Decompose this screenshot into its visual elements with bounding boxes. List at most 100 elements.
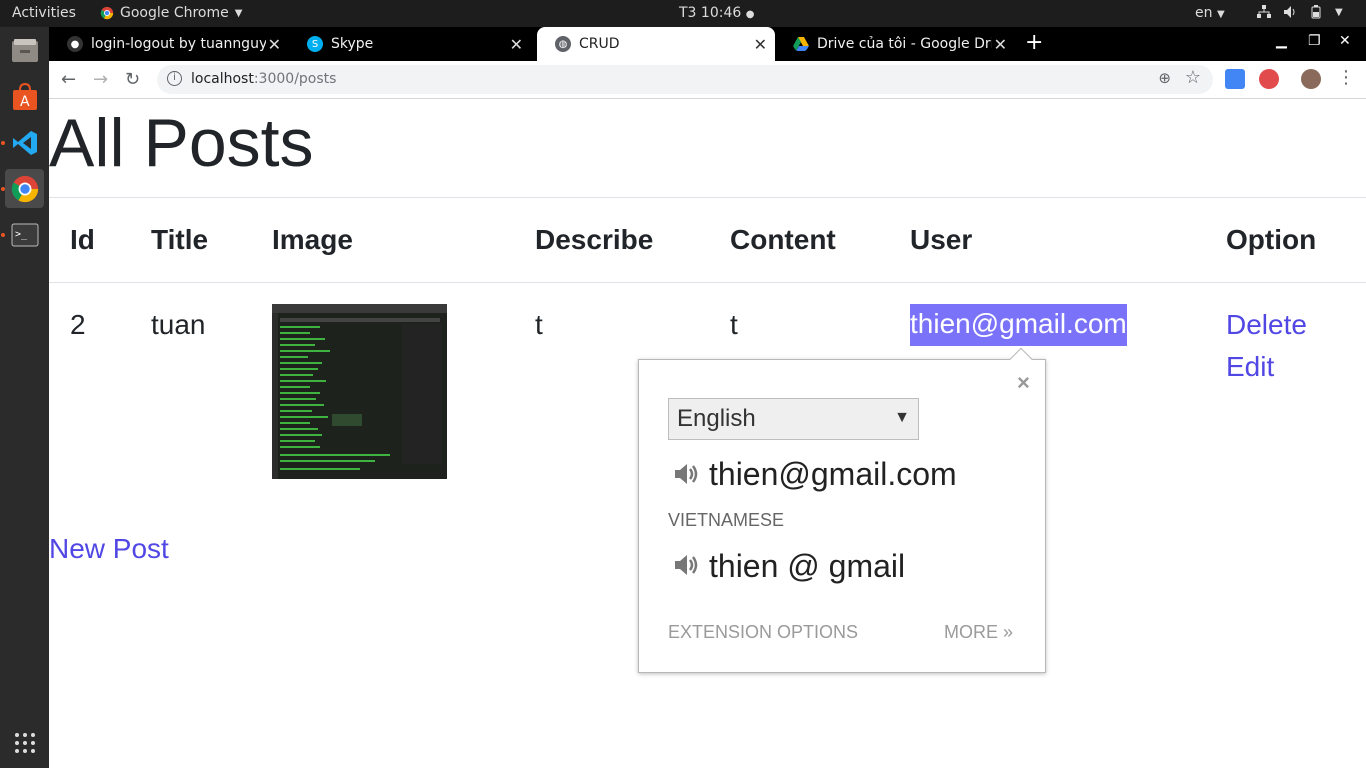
battery-icon — [1311, 5, 1321, 19]
chevron-down-icon: ▼ — [234, 7, 243, 19]
address-bar[interactable]: i localhost:3000/posts ⊕ ☆ — [157, 65, 1213, 94]
browser-tab-strip: ● login-logout by tuannguy ✕ S Skype ✕ ◍… — [49, 27, 1366, 61]
chevron-down-icon: ▼ — [1216, 9, 1225, 20]
translated-word: thien @ gmail — [709, 548, 906, 584]
vscode-icon — [12, 130, 37, 155]
edit-link[interactable]: Edit — [1226, 351, 1274, 383]
avatar[interactable] — [1301, 69, 1321, 89]
close-icon[interactable]: ✕ — [994, 35, 1007, 54]
post-image — [272, 304, 447, 479]
tab-label: Skype — [331, 36, 374, 52]
google-translate-icon[interactable] — [1225, 69, 1245, 89]
tab-drive[interactable]: Drive của tôi - Google Dri ✕ — [775, 27, 1015, 61]
chrome-icon — [11, 175, 38, 202]
chrome-small-icon — [100, 6, 114, 20]
header-content: Content — [730, 224, 836, 255]
divider — [49, 282, 1366, 283]
cell-content: t — [730, 309, 738, 340]
network-icon — [1257, 5, 1271, 18]
dock-files[interactable] — [5, 31, 44, 70]
clock-label: T3 10:46 — [679, 5, 742, 21]
source-word: thien@gmail.com — [709, 456, 957, 492]
extension-options-link[interactable]: EXTENSION OPTIONS — [668, 622, 858, 643]
dock-chrome[interactable] — [5, 169, 44, 208]
cell-id: 2 — [70, 309, 86, 340]
chevron-down-icon: ▼ — [1335, 6, 1343, 18]
volume-icon — [1284, 6, 1295, 18]
app-menu[interactable]: Google Chrome ▼ — [100, 5, 242, 21]
bookmark-star-icon[interactable]: ☆ — [1185, 67, 1201, 88]
tab-label: login-logout by tuannguy — [91, 36, 266, 52]
dropdown-caret-icon: ▼ — [894, 409, 910, 426]
cell-describe: t — [535, 309, 543, 340]
header-image: Image — [272, 224, 353, 255]
target-language-label: VIETNAMESE — [668, 510, 785, 530]
software-store-icon: A — [12, 82, 37, 110]
close-icon[interactable]: ✕ — [510, 35, 523, 54]
files-icon — [11, 38, 38, 62]
language-indicator[interactable]: en ▼ — [1195, 5, 1225, 21]
github-icon: ● — [67, 36, 83, 52]
tab-skype[interactable]: S Skype ✕ — [289, 27, 531, 61]
app-grid-icon — [14, 732, 35, 753]
system-tray[interactable]: ▼ — [1257, 5, 1343, 19]
header-title: Title — [151, 224, 209, 255]
terminal-screenshot-thumbnail — [272, 304, 447, 479]
drive-icon — [793, 37, 809, 51]
header-describe: Describe — [535, 224, 654, 255]
tab-label: CRUD — [579, 36, 620, 52]
header-user: User — [910, 224, 973, 255]
dock-vscode[interactable] — [5, 123, 44, 162]
header-option: Option — [1226, 224, 1317, 255]
extension-badge-icon[interactable] — [1259, 69, 1279, 89]
speaker-icon[interactable] — [672, 460, 700, 488]
window-close-icon[interactable]: ✕ — [1339, 33, 1351, 49]
svg-text:>_: >_ — [15, 229, 28, 240]
close-icon[interactable]: ✕ — [754, 35, 767, 54]
page-title: All Posts — [49, 105, 314, 181]
maximize-icon[interactable]: ❐ — [1308, 33, 1321, 49]
menu-kebab-icon[interactable]: ⋮ — [1337, 67, 1355, 88]
url-host: localhost — [191, 71, 254, 87]
dictionary-popup: × English ▼ thien@gmail.com VIETNAMESE t… — [638, 347, 1046, 673]
delete-link[interactable]: Delete — [1226, 309, 1307, 341]
speaker-icon[interactable] — [672, 551, 700, 579]
back-icon[interactable]: ← — [61, 69, 76, 90]
tab-crud[interactable]: ◍ CRUD ✕ — [537, 27, 775, 61]
system-top-bar: Activities Google Chrome ▼ T3 10:46 ● en… — [0, 0, 1366, 27]
language-select-value: English — [677, 405, 756, 432]
activities-button[interactable]: Activities — [12, 5, 76, 21]
new-tab-button[interactable]: + — [1025, 30, 1043, 55]
clock[interactable]: T3 10:46 ● — [679, 5, 754, 21]
reload-icon[interactable]: ↻ — [125, 69, 140, 90]
url-path: :3000/posts — [253, 71, 337, 87]
language-select[interactable]: English ▼ — [668, 398, 919, 440]
cell-title: tuan — [151, 309, 206, 340]
popup-close-button[interactable]: × — [1017, 370, 1030, 396]
browser-toolbar: ← → ↻ i localhost:3000/posts ⊕ ☆ ⋮ — [49, 61, 1366, 99]
cell-user-selected[interactable]: thien@gmail.com — [910, 304, 1127, 346]
new-post-link[interactable]: New Post — [49, 533, 169, 565]
dock-software[interactable]: A — [5, 77, 44, 116]
dock-terminal[interactable]: >_ — [5, 215, 44, 254]
globe-icon: ◍ — [555, 36, 571, 52]
url-text[interactable]: localhost:3000/posts — [191, 71, 336, 87]
forward-icon[interactable]: → — [93, 69, 108, 90]
close-icon[interactable]: ✕ — [268, 35, 281, 54]
zoom-icon[interactable]: ⊕ — [1158, 69, 1171, 87]
site-info-icon[interactable]: i — [167, 71, 182, 86]
skype-icon: S — [307, 36, 323, 52]
language-label: en — [1195, 5, 1213, 21]
dock-show-apps[interactable] — [5, 723, 44, 762]
app-menu-label: Google Chrome — [120, 5, 229, 21]
tab-label: Drive của tôi - Google Dri — [817, 36, 992, 52]
header-id: Id — [70, 224, 95, 255]
more-link[interactable]: MORE » — [944, 622, 1013, 643]
notification-dot-icon: ● — [745, 9, 755, 20]
minimize-icon[interactable]: ▁ — [1276, 33, 1287, 49]
tab-github[interactable]: ● login-logout by tuannguy ✕ — [49, 27, 289, 61]
svg-text:A: A — [20, 94, 30, 110]
divider — [49, 197, 1366, 198]
launcher-dock: A >_ — [0, 27, 49, 768]
terminal-icon: >_ — [11, 223, 38, 246]
